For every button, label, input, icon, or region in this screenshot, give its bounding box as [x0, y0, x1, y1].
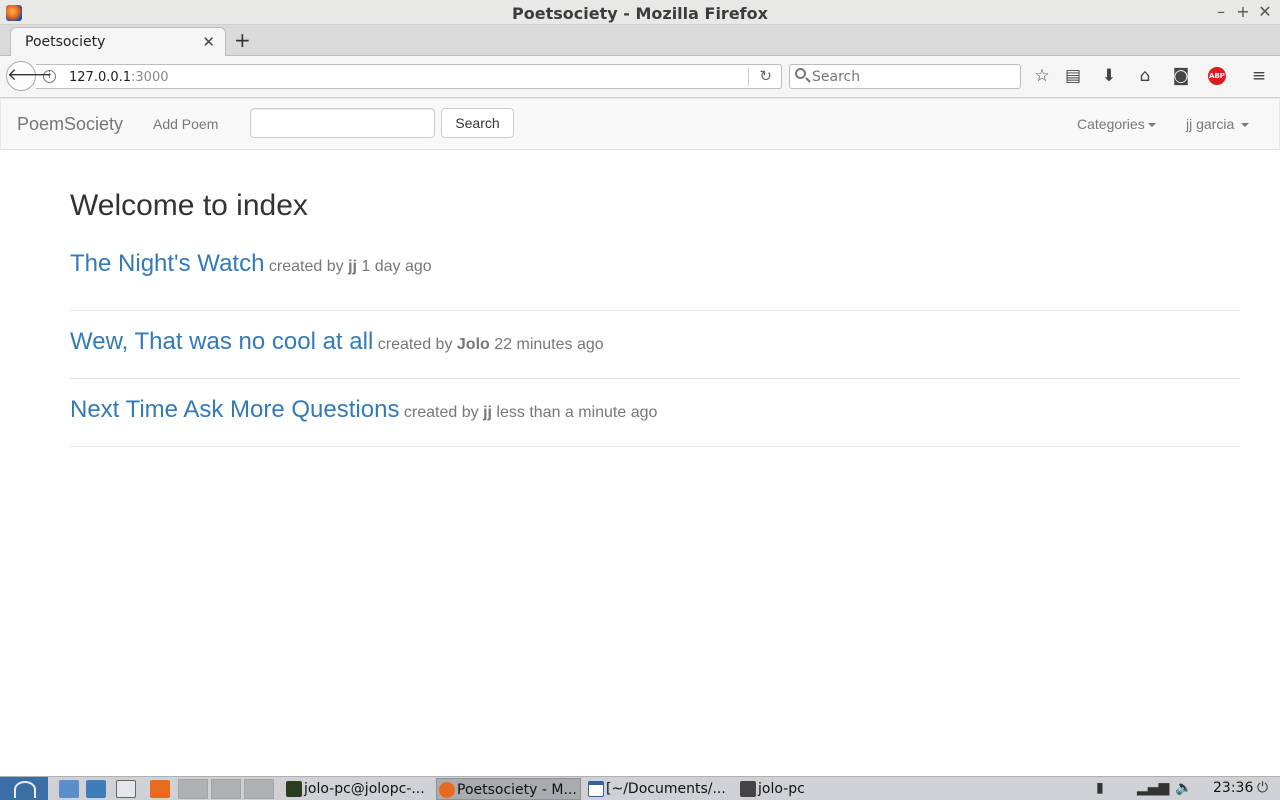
- editor-icon: [588, 781, 604, 797]
- clock: 23:36: [1213, 780, 1254, 796]
- poem-list-item: Wew, That was no cool at all created by …: [70, 311, 1240, 379]
- poem-time: less than a minute ago: [496, 404, 658, 421]
- poem-author: jj: [483, 404, 492, 421]
- add-poem-link[interactable]: Add Poem: [153, 116, 218, 132]
- user-dropdown[interactable]: jj garcia: [1186, 116, 1250, 132]
- workspace-2[interactable]: [211, 779, 241, 799]
- firefox-icon: [439, 782, 455, 798]
- back-button[interactable]: 🡐: [6, 61, 53, 91]
- site-search-button[interactable]: Search: [441, 108, 514, 138]
- firefox-launcher-icon[interactable]: [150, 780, 170, 798]
- created-by-text: created by: [403, 404, 479, 421]
- task-label: jolo-pc@jolopc-...: [304, 781, 425, 797]
- network-icon[interactable]: [86, 780, 106, 798]
- taskbar-item-firefox[interactable]: Poetsociety - M...: [436, 778, 581, 800]
- tab-poetsociety[interactable]: Poetsociety ✕: [10, 27, 226, 57]
- site-navbar: PoemSociety Add Poem Search Categories j…: [0, 98, 1280, 150]
- taskbar-item-folder[interactable]: jolo-pc: [738, 778, 858, 800]
- categories-label: Categories: [1077, 116, 1145, 132]
- poem-meta: created by jj less than a minute ago: [404, 404, 658, 421]
- poem-title-link[interactable]: Wew, That was no cool at all: [70, 328, 373, 355]
- workspace-3[interactable]: [244, 779, 274, 799]
- window-icon[interactable]: [116, 780, 136, 798]
- poem-time: 22 minutes ago: [494, 336, 604, 353]
- folder-icon: [740, 781, 756, 797]
- poem-time: 1 day ago: [361, 258, 432, 275]
- caret-down-icon: [1147, 123, 1156, 128]
- tab-strip: Poetsociety ✕ +: [0, 25, 1280, 57]
- volume-icon[interactable]: 🔈: [1175, 780, 1192, 796]
- pocket-icon[interactable]: ◙: [1170, 65, 1192, 87]
- power-icon[interactable]: ⏻: [1257, 780, 1268, 796]
- task-label: [~/Documents/...: [606, 781, 726, 797]
- battery-icon[interactable]: ▮: [1096, 780, 1104, 796]
- home-icon[interactable]: ⌂: [1134, 65, 1156, 87]
- url-text[interactable]: 127.0.0.1:3000: [69, 70, 169, 85]
- minimize-icon[interactable]: –: [1212, 2, 1230, 22]
- window-title: Poetsociety - Mozilla Firefox: [512, 4, 768, 23]
- menu-icon[interactable]: ≡: [1248, 65, 1270, 87]
- browser-toolbar: i 127.0.0.1:3000 ↻ 🡐 ☆ ▤ ⬇ ⌂ ◙ ≡: [0, 56, 1280, 98]
- poem-author: jj: [348, 258, 357, 275]
- window-titlebar: Poetsociety - Mozilla Firefox – + ✕: [0, 0, 1280, 25]
- page-title: Welcome to index: [70, 189, 308, 222]
- categories-dropdown[interactable]: Categories: [1077, 116, 1156, 132]
- start-menu-button[interactable]: [0, 777, 48, 800]
- file-manager-icon[interactable]: [59, 780, 79, 798]
- site-search-input[interactable]: [250, 108, 435, 138]
- browser-search-input[interactable]: [812, 67, 1012, 86]
- poem-meta: created by jj 1 day ago: [269, 258, 432, 275]
- poem-list-item: Next Time Ask More Questions created by …: [70, 379, 1240, 447]
- url-port: :3000: [131, 70, 169, 85]
- poem-title-link[interactable]: The Night's Watch: [70, 250, 264, 277]
- close-window-icon[interactable]: ✕: [1256, 2, 1274, 22]
- bookmark-star-icon[interactable]: ☆: [1031, 65, 1053, 87]
- url-divider: [748, 68, 749, 86]
- caret-down-icon: [1241, 123, 1250, 128]
- signal-icon[interactable]: ▂▄▆: [1137, 780, 1169, 796]
- poem-meta: created by Jolo 22 minutes ago: [378, 336, 604, 353]
- poem-list-item: The Night's Watch created by jj 1 day ag…: [70, 244, 1240, 311]
- reading-list-icon[interactable]: ▤: [1062, 65, 1084, 87]
- adblock-icon[interactable]: ABP: [1208, 67, 1226, 85]
- taskbar-item-editor[interactable]: [~/Documents/...: [586, 778, 734, 800]
- task-label: Poetsociety - M...: [457, 782, 577, 798]
- poem-title-link[interactable]: Next Time Ask More Questions: [70, 396, 399, 423]
- tab-label: Poetsociety: [25, 34, 106, 50]
- reload-icon[interactable]: ↻: [759, 67, 772, 85]
- url-host: 127.0.0.1: [69, 70, 132, 85]
- created-by-text: created by: [268, 258, 344, 275]
- brand-link[interactable]: PoemSociety: [17, 114, 123, 135]
- task-label: jolo-pc: [758, 781, 805, 797]
- maximize-icon[interactable]: +: [1234, 2, 1252, 22]
- main-content: Welcome to index The Night's Watch creat…: [70, 186, 1240, 447]
- created-by-text: created by: [377, 336, 453, 353]
- workspace-1[interactable]: [178, 779, 208, 799]
- search-icon: [795, 68, 806, 79]
- new-tab-icon[interactable]: +: [234, 28, 251, 52]
- taskbar-item-terminal[interactable]: jolo-pc@jolopc-...: [284, 778, 434, 800]
- user-label: jj garcia: [1186, 116, 1235, 132]
- browser-search-bar[interactable]: [789, 64, 1021, 89]
- downloads-icon[interactable]: ⬇: [1098, 65, 1120, 87]
- terminal-icon: [286, 781, 302, 797]
- close-tab-icon[interactable]: ✕: [202, 33, 215, 51]
- poem-author: Jolo: [456, 336, 490, 353]
- taskbar: jolo-pc@jolopc-... Poetsociety - M... [~…: [0, 776, 1280, 800]
- url-bar[interactable]: i 127.0.0.1:3000 ↻: [36, 64, 782, 89]
